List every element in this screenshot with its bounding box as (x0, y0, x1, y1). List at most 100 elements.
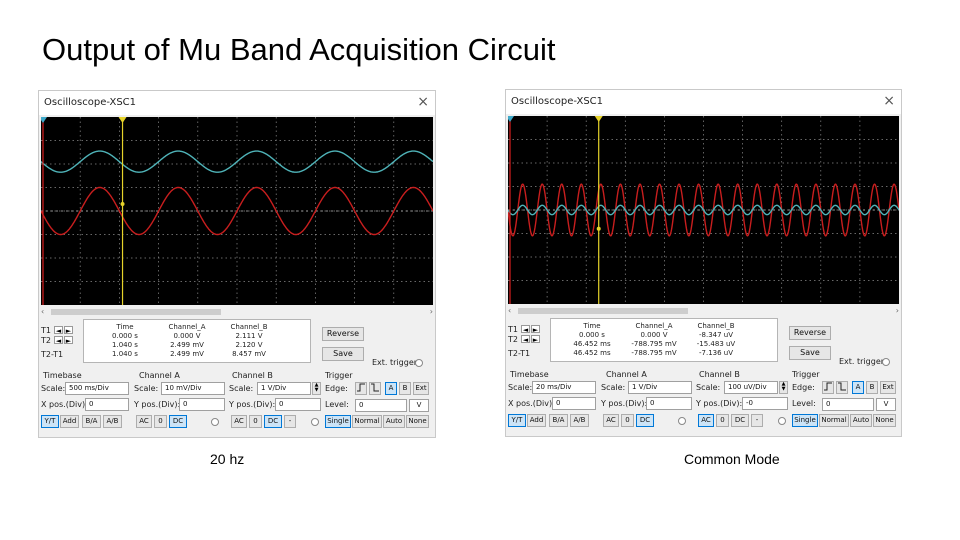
channel-a-option-radio[interactable] (678, 417, 686, 425)
t2-left-arrow-icon[interactable]: ◄ (521, 335, 530, 344)
falling-edge-icon[interactable] (369, 382, 381, 395)
channel-b-ac-button[interactable]: AC (231, 415, 247, 428)
timebase-mode-ab-button[interactable]: A/B (570, 414, 589, 427)
horizontal-scrollbar[interactable]: ‹ › (39, 307, 435, 317)
window-titlebar[interactable]: Oscilloscope-XSC1 × (506, 90, 901, 114)
timebase-xpos-field[interactable]: 0 (552, 397, 596, 410)
scope-trace-plot (508, 116, 899, 304)
channel-b-scale-spinner-icon[interactable]: ▲ ▼ (312, 382, 321, 395)
trigger-source-a-button[interactable]: A (385, 382, 397, 395)
channel-b-scale-spinner-icon[interactable]: ▲ ▼ (779, 381, 788, 394)
timebase-mode-yt-button[interactable]: Y/T (41, 415, 59, 428)
falling-edge-icon[interactable] (836, 381, 848, 394)
trigger-source-ext-button[interactable]: Ext (880, 381, 896, 394)
readout-delta-channel-a: -788.795 mV (631, 349, 677, 357)
channel-b-dc-button[interactable]: DC (264, 415, 282, 428)
trigger-level-unit[interactable]: V (876, 398, 896, 411)
channel-a-zero-button[interactable]: 0 (154, 415, 167, 428)
scroll-left-icon[interactable]: ‹ (41, 307, 44, 317)
trigger-mode-single-button[interactable]: Single (325, 415, 351, 428)
scroll-right-icon[interactable]: › (430, 307, 433, 317)
t1-right-arrow-icon[interactable]: ► (64, 326, 73, 335)
trigger-source-a-button[interactable]: A (852, 381, 864, 394)
trigger-level-field[interactable]: 0 (355, 399, 407, 412)
channel-b-ac-button[interactable]: AC (698, 414, 714, 427)
scroll-thumb[interactable] (51, 309, 221, 315)
scroll-left-icon[interactable]: ‹ (508, 306, 511, 316)
channel-b-scale-field[interactable]: 1 V/Div (257, 382, 311, 395)
channel-b-zero-button[interactable]: 0 (716, 414, 729, 427)
trigger-mode-auto-button[interactable]: Auto (383, 415, 405, 428)
trigger-mode-none-button[interactable]: None (406, 415, 429, 428)
channel-b-zero-button[interactable]: 0 (249, 415, 262, 428)
slide-title: Output of Mu Band Acquisition Circuit (42, 32, 556, 67)
ext-trigger-radio[interactable] (415, 359, 423, 367)
channel-a-scale-field[interactable]: 10 mV/Div (161, 382, 225, 395)
trigger-mode-single-button[interactable]: Single (792, 414, 818, 427)
close-icon[interactable]: × (883, 93, 895, 109)
t2-left-arrow-icon[interactable]: ◄ (54, 336, 63, 345)
channel-b-ypos-field[interactable]: 0 (275, 398, 321, 411)
t1-right-arrow-icon[interactable]: ► (531, 325, 540, 334)
trigger-level-unit[interactable]: V (409, 399, 429, 412)
channel-b-option-radio[interactable] (778, 417, 786, 425)
channel-b-minus-button[interactable]: - (284, 415, 296, 428)
save-button[interactable]: Save (789, 346, 831, 360)
trigger-mode-normal-button[interactable]: Normal (819, 414, 849, 427)
channel-b-option-radio[interactable] (311, 418, 319, 426)
caption-20hz: 20 hz (210, 451, 245, 467)
channel-a-ac-button[interactable]: AC (136, 415, 152, 428)
channel-a-ypos-field[interactable]: 0 (179, 398, 225, 411)
timebase-mode-add-button[interactable]: Add (527, 414, 546, 427)
rising-edge-icon[interactable] (822, 381, 834, 394)
t2-label: T2 (508, 335, 518, 344)
t1-left-arrow-icon[interactable]: ◄ (54, 326, 63, 335)
channel-a-zero-button[interactable]: 0 (621, 414, 634, 427)
trigger-mode-normal-button[interactable]: Normal (352, 415, 382, 428)
close-icon[interactable]: × (417, 94, 429, 110)
channel-a-ypos-field[interactable]: 0 (646, 397, 692, 410)
window-titlebar[interactable]: Oscilloscope-XSC1 × (39, 91, 435, 115)
timebase-scale-field[interactable]: 500 ms/Div (65, 382, 129, 395)
trigger-mode-none-button[interactable]: None (873, 414, 896, 427)
timebase-mode-add-button[interactable]: Add (60, 415, 79, 428)
timebase-mode-ba-button[interactable]: B/A (549, 414, 568, 427)
t1-left-arrow-icon[interactable]: ◄ (521, 325, 530, 334)
timebase-mode-yt-button[interactable]: Y/T (508, 414, 526, 427)
timebase-mode-ab-button[interactable]: A/B (103, 415, 122, 428)
trigger-mode-auto-button[interactable]: Auto (850, 414, 872, 427)
channel-b-scale-field[interactable]: 100 uV/Div (724, 381, 778, 394)
reverse-button[interactable]: Reverse (789, 326, 831, 340)
channel-a-dc-button[interactable]: DC (169, 415, 187, 428)
channel-b-ypos-field[interactable]: -0 (742, 397, 788, 410)
ext-trigger-radio[interactable] (882, 358, 890, 366)
channel-b-dc-button[interactable]: DC (731, 414, 749, 427)
channel-a-ac-button[interactable]: AC (603, 414, 619, 427)
t2-t1-label: T2-T1 (508, 349, 531, 358)
timebase-mode-ba-button[interactable]: B/A (82, 415, 101, 428)
readout-t1-channel-a: 0.000 V (173, 332, 201, 340)
channel-a-scale-field[interactable]: 1 V/Div (628, 381, 692, 394)
rising-edge-icon[interactable] (355, 382, 367, 395)
channel-b-minus-button[interactable]: - (751, 414, 763, 427)
trigger-source-b-button[interactable]: B (866, 381, 878, 394)
channel-a-dc-button[interactable]: DC (636, 414, 654, 427)
timebase-xpos-field[interactable]: 0 (85, 398, 129, 411)
readout-t2-channel-a: -788.795 mV (631, 340, 677, 348)
timebase-scale-field[interactable]: 20 ms/Div (532, 381, 596, 394)
readout-t1-time: 0.000 s (112, 332, 138, 340)
t2-right-arrow-icon[interactable]: ► (531, 335, 540, 344)
trigger-source-b-button[interactable]: B (399, 382, 411, 395)
save-button[interactable]: Save (322, 347, 364, 361)
trigger-level-field[interactable]: 0 (822, 398, 874, 411)
channel-a-option-radio[interactable] (211, 418, 219, 426)
readout-delta-time: 1.040 s (112, 350, 138, 358)
horizontal-scrollbar[interactable]: ‹ › (506, 306, 901, 316)
reverse-button[interactable]: Reverse (322, 327, 364, 341)
t2-t1-label: T2-T1 (41, 350, 64, 359)
trigger-source-ext-button[interactable]: Ext (413, 382, 429, 395)
scroll-thumb[interactable] (518, 308, 688, 314)
scroll-right-icon[interactable]: › (896, 306, 899, 316)
t2-right-arrow-icon[interactable]: ► (64, 336, 73, 345)
t1-cursor-control: ◄ ► (521, 325, 543, 334)
